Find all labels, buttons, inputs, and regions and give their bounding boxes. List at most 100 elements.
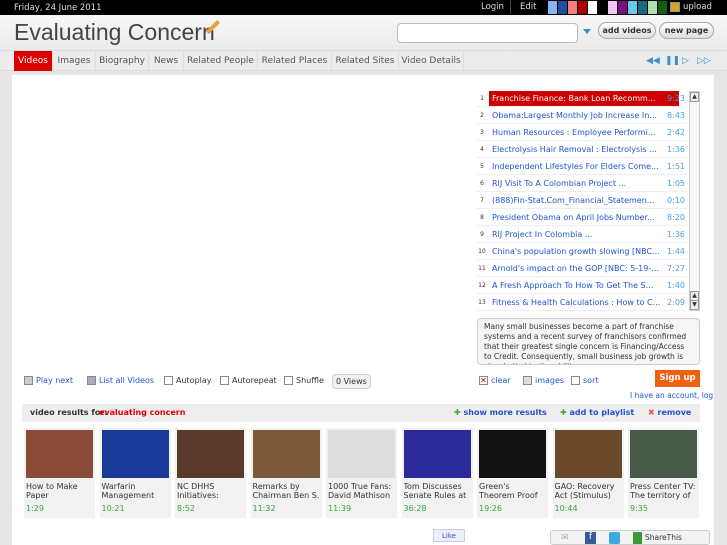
video-title[interactable]: 1000 True Fans: David Mathison (328, 482, 396, 501)
list-all-button[interactable]: List all Videos (87, 376, 154, 385)
playlist-item[interactable]: 11 Arnold's impact on the GOP [NBC: 5-19-… (477, 261, 687, 277)
add-videos-button[interactable]: add videos (598, 22, 656, 39)
color-swatch[interactable] (598, 1, 607, 14)
checkbox[interactable] (220, 376, 229, 385)
color-swatch[interactable] (558, 1, 567, 14)
color-swatch[interactable] (548, 1, 557, 14)
video-thumbnail[interactable] (252, 430, 320, 478)
autoplay-checkbox[interactable]: Autoplay (164, 376, 212, 385)
login-link[interactable]: Login (481, 2, 504, 12)
color-swatch[interactable] (578, 1, 587, 14)
facebook-icon[interactable]: f (585, 532, 596, 544)
color-swatch[interactable] (568, 1, 577, 14)
autorepeat-checkbox[interactable]: Autorepeat (220, 376, 277, 385)
video-title[interactable]: NC DHHS Initiatives: Secretary (177, 482, 245, 501)
checkbox[interactable] (284, 376, 293, 385)
scroll-down-icon[interactable]: ▼ (690, 300, 699, 310)
video-duration: 10:44 (554, 504, 578, 513)
video-result[interactable]: Warfarin Management 10:21 (99, 428, 171, 518)
video-title[interactable]: Tom Discusses Senate Rules at (404, 482, 472, 501)
tab-related-sites[interactable]: Related Sites (332, 51, 399, 71)
playlist-item[interactable]: 7 (888)Fin-Stat.Com_Financial_Statemen...… (477, 193, 687, 209)
facebook-like-button[interactable]: Like (433, 529, 465, 542)
edit-link[interactable]: Edit (520, 2, 536, 12)
video-thumbnail[interactable] (101, 430, 169, 478)
signup-button[interactable]: Sign up (655, 370, 700, 387)
video-thumbnail[interactable] (328, 430, 395, 478)
add-to-playlist-button[interactable]: ✚ add to playlist (560, 404, 634, 422)
remove-label: remove (657, 408, 692, 417)
fast-forward-icon[interactable]: ▷▷ (697, 56, 711, 66)
playlist-item[interactable]: 4 Electrolysis Hair Removal : Electrolysi… (477, 142, 687, 158)
show-more-button[interactable]: ✚ show more results (454, 404, 547, 422)
video-result[interactable]: Green's Theorem Proof (part 2) 19:26 (477, 428, 548, 518)
video-result[interactable]: Press Center TV: The territory of 9:35 (628, 428, 699, 518)
video-thumbnail[interactable] (630, 430, 697, 478)
playlist-item[interactable]: 5 Independent Lifestyles For Elders Come.… (477, 159, 687, 175)
tab-images[interactable]: Images (53, 51, 96, 71)
video-thumbnail[interactable] (554, 430, 622, 478)
playlist-scrollbar[interactable]: ▲ ▲ ▼ (689, 91, 700, 311)
playlist-item[interactable]: 1 Franchise Finance: Bank Loan Recomm... 9… (477, 91, 687, 107)
clear-button[interactable]: ✕ clear (479, 376, 511, 385)
shuffle-checkbox[interactable]: Shuffle (284, 376, 324, 385)
tab-related-people[interactable]: Related People (184, 51, 258, 71)
item-duration: 1:44 (667, 247, 685, 256)
sort-button[interactable]: sort (571, 376, 599, 385)
color-swatch[interactable] (608, 1, 617, 14)
tab-video-details[interactable]: Video Details (399, 51, 464, 71)
video-title[interactable]: Press Center TV: The territory of (630, 482, 698, 501)
checkbox[interactable] (164, 376, 173, 385)
video-result[interactable]: NC DHHS Initiatives: Secretary 8:52 (175, 428, 246, 518)
video-result[interactable]: Tom Discusses Senate Rules at 36:28 (401, 428, 473, 518)
search-input[interactable] (397, 23, 578, 43)
color-swatch[interactable] (628, 1, 637, 14)
sharethis-label[interactable]: ShareThis (645, 533, 682, 542)
video-thumbnail[interactable] (479, 430, 546, 478)
search-dropdown-icon[interactable] (583, 29, 591, 34)
twitter-icon[interactable] (609, 532, 620, 544)
color-swatch[interactable] (618, 1, 627, 14)
video-thumbnail[interactable] (403, 430, 471, 478)
play-icon[interactable]: ▷ (682, 56, 689, 66)
tab-related-places[interactable]: Related Places (258, 51, 332, 71)
email-icon[interactable]: ✉ (561, 533, 569, 543)
scroll-up-icon[interactable]: ▲ (690, 92, 699, 102)
color-swatch[interactable] (648, 1, 657, 14)
images-button[interactable]: images (523, 376, 564, 385)
tab-news[interactable]: News (149, 51, 184, 71)
video-player[interactable] (24, 88, 472, 368)
video-title[interactable]: Green's Theorem Proof (part 2) (479, 482, 547, 501)
video-title[interactable]: GAO: Recovery Act (Stimulus) (555, 482, 623, 501)
tab-biography[interactable]: Biography (96, 51, 149, 71)
new-page-button[interactable]: new page (659, 22, 714, 39)
account-link[interactable]: I have an account, log (630, 391, 713, 400)
rewind-icon[interactable]: ◀◀ (646, 56, 660, 66)
color-swatch[interactable] (588, 1, 597, 14)
video-result[interactable]: How to Make Paper 1:29 (24, 428, 95, 518)
video-title[interactable]: Warfarin Management (102, 482, 170, 501)
playlist-item[interactable]: 8 President Obama on April Jobs Number...… (477, 210, 687, 226)
video-title[interactable]: How to Make Paper (26, 482, 94, 501)
video-thumbnail[interactable] (26, 430, 93, 478)
video-result[interactable]: 1000 True Fans: David Mathison 11:39 (326, 428, 397, 518)
playlist-item[interactable]: 9 RIJ Project In Colombia ... 1:36 (477, 227, 687, 243)
video-thumbnail[interactable] (177, 430, 244, 478)
upload-button[interactable]: upload (670, 2, 712, 12)
video-title[interactable]: Remarks by Chairman Ben S. (253, 482, 321, 501)
color-swatch[interactable] (658, 1, 667, 14)
playlist-item[interactable]: 6 RIJ Visit To A Colombian Project ... 1:0… (477, 176, 687, 192)
tab-videos[interactable]: Videos (14, 51, 53, 71)
playlist-item[interactable]: 13 Fitness & Health Calculations : How to… (477, 295, 687, 311)
remove-button[interactable]: ✖ remove (648, 404, 691, 422)
video-result[interactable]: Remarks by Chairman Ben S. 11:32 (250, 428, 322, 518)
playlist-item[interactable]: 10 China's population growth slowing [NBC… (477, 244, 687, 260)
color-swatch[interactable] (638, 1, 647, 14)
playlist-item[interactable]: 3 Human Resources : Employee Performi... 2… (477, 125, 687, 141)
sharethis-icon[interactable] (633, 532, 642, 544)
playlist-item[interactable]: 2 Obama:Largest Monthly Job Increase In..… (477, 108, 687, 124)
video-result[interactable]: GAO: Recovery Act (Stimulus) 10:44 (552, 428, 624, 518)
play-next-button[interactable]: Play next (24, 376, 73, 385)
pause-icon[interactable]: ❚❚ (665, 56, 680, 66)
playlist-item[interactable]: 12 A Fresh Approach To How To Get The S..… (477, 278, 687, 294)
